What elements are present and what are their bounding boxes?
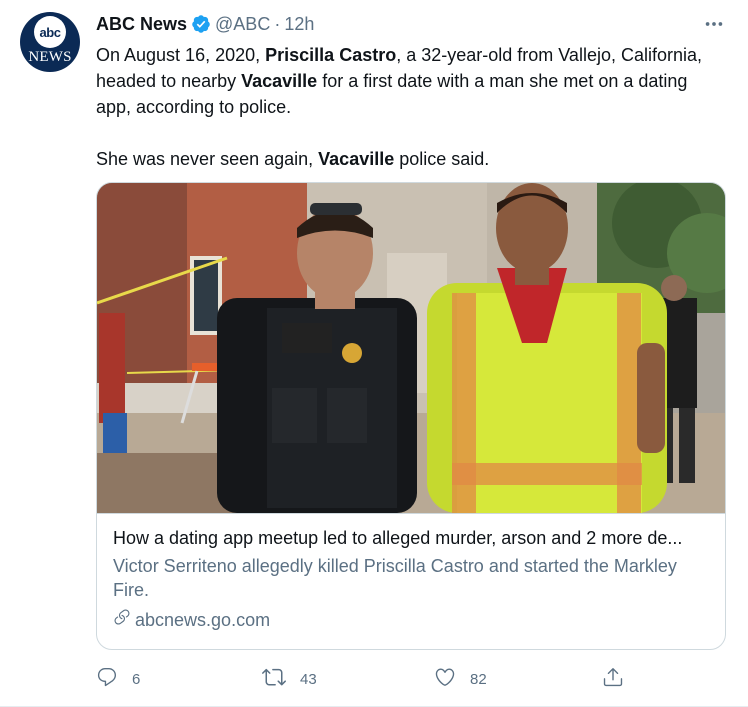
tweet-timestamp[interactable]: 12h bbox=[284, 14, 314, 35]
link-card[interactable]: How a dating app meetup led to alleged m… bbox=[96, 182, 726, 650]
reply-count: 6 bbox=[132, 670, 141, 688]
tweet-text: On August 16, 2020, Priscilla Castro, a … bbox=[96, 42, 726, 172]
link-card-title[interactable]: How a dating app meetup led to alleged m… bbox=[113, 526, 709, 550]
link-icon bbox=[113, 608, 135, 632]
avatar[interactable]: abc NEWS bbox=[20, 12, 80, 72]
author-handle[interactable]: @ABC bbox=[215, 14, 270, 35]
bold-place: Vacaville bbox=[318, 149, 395, 169]
text-span: police said. bbox=[394, 149, 490, 169]
bold-name: Priscilla Castro bbox=[265, 45, 397, 65]
tweet-header: ABC News @ABC · 12h bbox=[96, 12, 314, 36]
like-button[interactable]: 82 bbox=[434, 664, 487, 694]
like-icon bbox=[434, 666, 456, 692]
share-icon bbox=[602, 666, 624, 692]
link-card-text[interactable]: How a dating app meetup led to alleged m… bbox=[97, 513, 725, 649]
retweet-icon bbox=[262, 665, 286, 693]
text-span: On August 16, 2020, bbox=[96, 45, 266, 65]
retweet-count: 43 bbox=[300, 670, 317, 688]
tweet-paragraph-2: She was never seen again, Vacaville poli… bbox=[96, 146, 726, 172]
avatar-abc-logo: abc bbox=[34, 16, 66, 48]
article-photo[interactable] bbox=[97, 183, 725, 513]
link-card-description: Victor Serriteno allegedly killed Prisci… bbox=[113, 556, 677, 600]
author-name[interactable]: ABC News bbox=[96, 14, 187, 35]
tweet-paragraph-1: On August 16, 2020, Priscilla Castro, a … bbox=[96, 42, 726, 120]
separator-dot: · bbox=[274, 13, 281, 34]
reply-icon bbox=[96, 666, 118, 692]
share-button[interactable] bbox=[602, 664, 624, 694]
like-count: 82 bbox=[470, 670, 487, 688]
avatar-news-text: NEWS bbox=[28, 49, 72, 65]
bold-place: Vacaville bbox=[241, 71, 318, 91]
retweet-button[interactable]: 43 bbox=[262, 664, 317, 694]
reply-button[interactable]: 6 bbox=[96, 664, 140, 694]
link-card-domain-text: abcnews.go.com bbox=[135, 610, 271, 630]
tweet[interactable]: abc NEWS ABC News @ABC · 12h On August 1… bbox=[0, 0, 748, 707]
more-icon[interactable] bbox=[700, 12, 728, 36]
link-card-domain: abcnews.go.com bbox=[113, 608, 709, 632]
text-span: She was never seen again, bbox=[96, 149, 319, 169]
tweet-actions: 6 43 82 bbox=[96, 664, 656, 694]
verified-badge-icon bbox=[191, 14, 211, 34]
